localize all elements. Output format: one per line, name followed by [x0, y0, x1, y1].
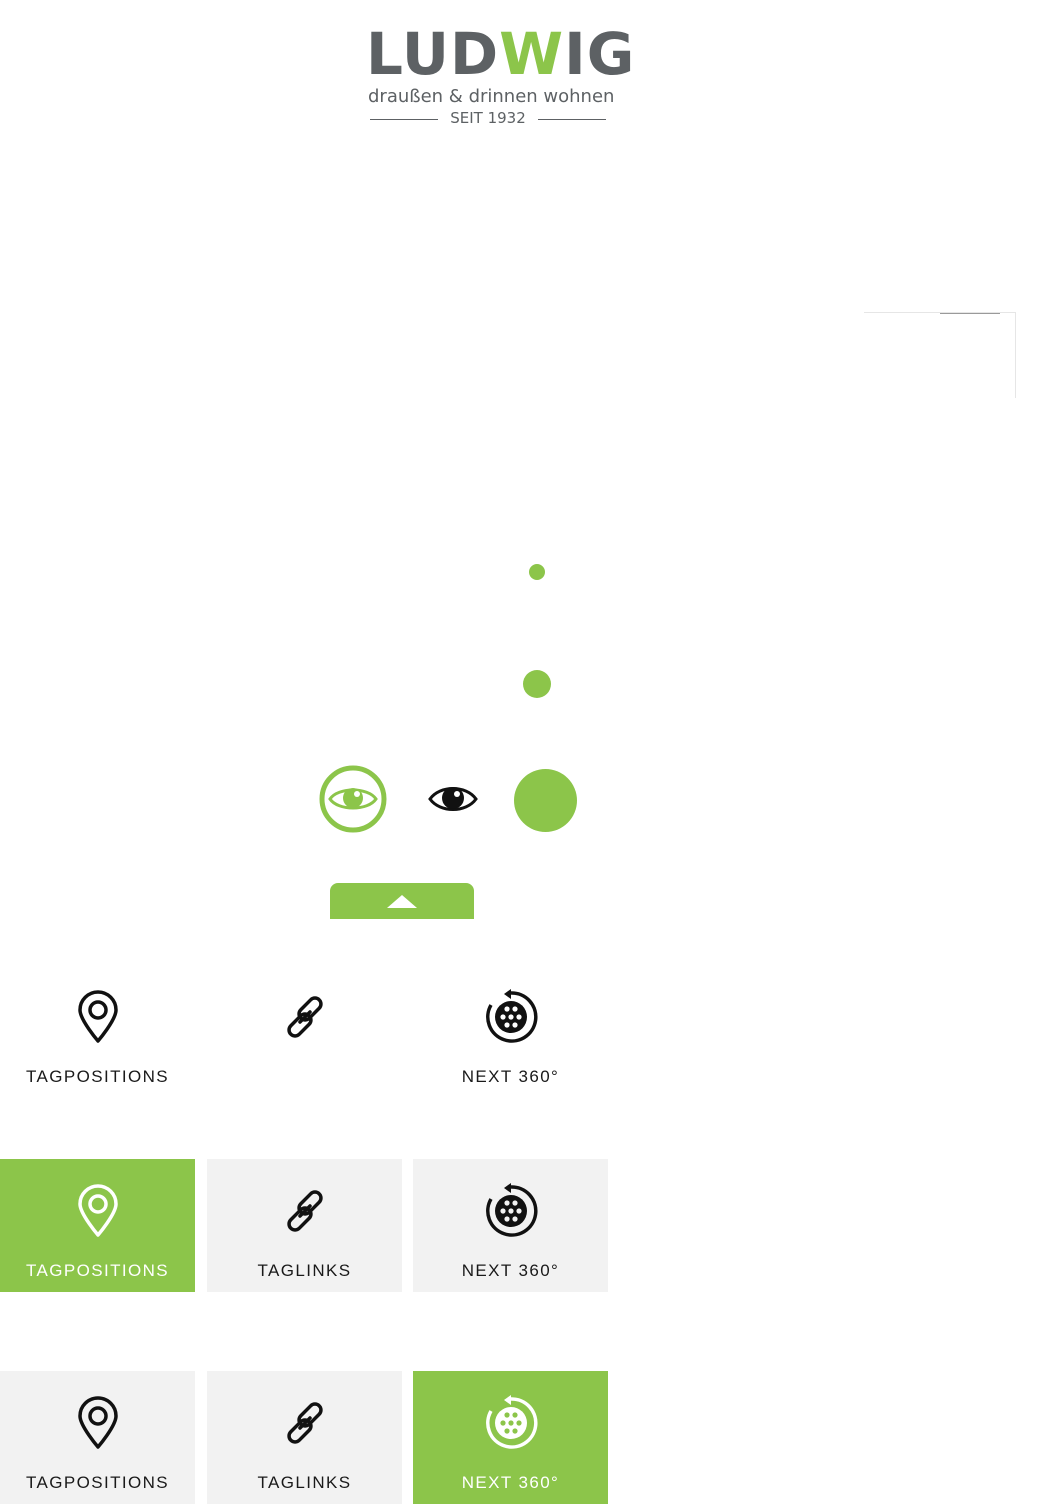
eye-icon[interactable] [428, 782, 478, 816]
collapse-toolbar-button[interactable] [330, 883, 474, 919]
tile-taglinks[interactable]: TAGLINKS [207, 1159, 402, 1292]
hotspot-dot-large[interactable] [514, 769, 577, 832]
rotate-360-icon [481, 987, 541, 1047]
tile-next360[interactable]: NEXT 360° [413, 965, 608, 1098]
chevron-up-icon [387, 894, 417, 908]
logo-word-start: LUD [366, 20, 500, 88]
logo-since: SEIT 1932 [366, 109, 610, 129]
tile-next360[interactable]: NEXT 360° [413, 1371, 608, 1504]
rotate-360-icon [481, 1393, 541, 1453]
tile-label: TAGPOSITIONS [25, 1067, 170, 1086]
eye-circle-icon[interactable] [319, 765, 387, 833]
tile-label: NEXT 360° [461, 1261, 560, 1280]
map-pin-icon [68, 987, 128, 1047]
link-icon [275, 1393, 335, 1453]
tile-taglinks[interactable] [207, 965, 402, 1098]
tile-label: NEXT 360° [461, 1067, 560, 1086]
tile-label: TAGPOSITIONS [25, 1261, 170, 1280]
tile-taglinks[interactable]: TAGLINKS [207, 1371, 402, 1504]
map-pin-icon [68, 1181, 128, 1241]
logo-word-w: W [499, 20, 565, 88]
tile-label: NEXT 360° [461, 1473, 560, 1492]
tile-tagpositions[interactable]: TAGPOSITIONS [0, 1159, 195, 1292]
map-pin-icon [68, 1393, 128, 1453]
rotate-360-icon [481, 1181, 541, 1241]
hotspot-dot-small[interactable] [529, 564, 545, 580]
logo-wordmark: LUDWIG [366, 24, 634, 84]
panel-frame-accent [940, 313, 1000, 314]
link-icon [275, 987, 335, 1047]
logo-rule-right [538, 119, 606, 120]
logo-tagline: draußen & drinnen wohnen [368, 86, 615, 107]
ludwig-logo: LUDWIG draußen & drinnen wohnen SEIT 193… [366, 20, 634, 132]
panel-frame [864, 312, 1016, 398]
logo-since-text: SEIT 1932 [450, 109, 526, 127]
tile-label: TAGLINKS [257, 1473, 352, 1492]
hotspot-dot-medium[interactable] [523, 670, 551, 698]
link-icon [275, 1181, 335, 1241]
tile-tagpositions[interactable]: TAGPOSITIONS [0, 965, 195, 1098]
tile-label: TAGPOSITIONS [25, 1473, 170, 1492]
tile-label: TAGLINKS [257, 1261, 352, 1280]
logo-word-end: IG [564, 20, 636, 88]
tile-tagpositions[interactable]: TAGPOSITIONS [0, 1371, 195, 1504]
tile-next360[interactable]: NEXT 360° [413, 1159, 608, 1292]
